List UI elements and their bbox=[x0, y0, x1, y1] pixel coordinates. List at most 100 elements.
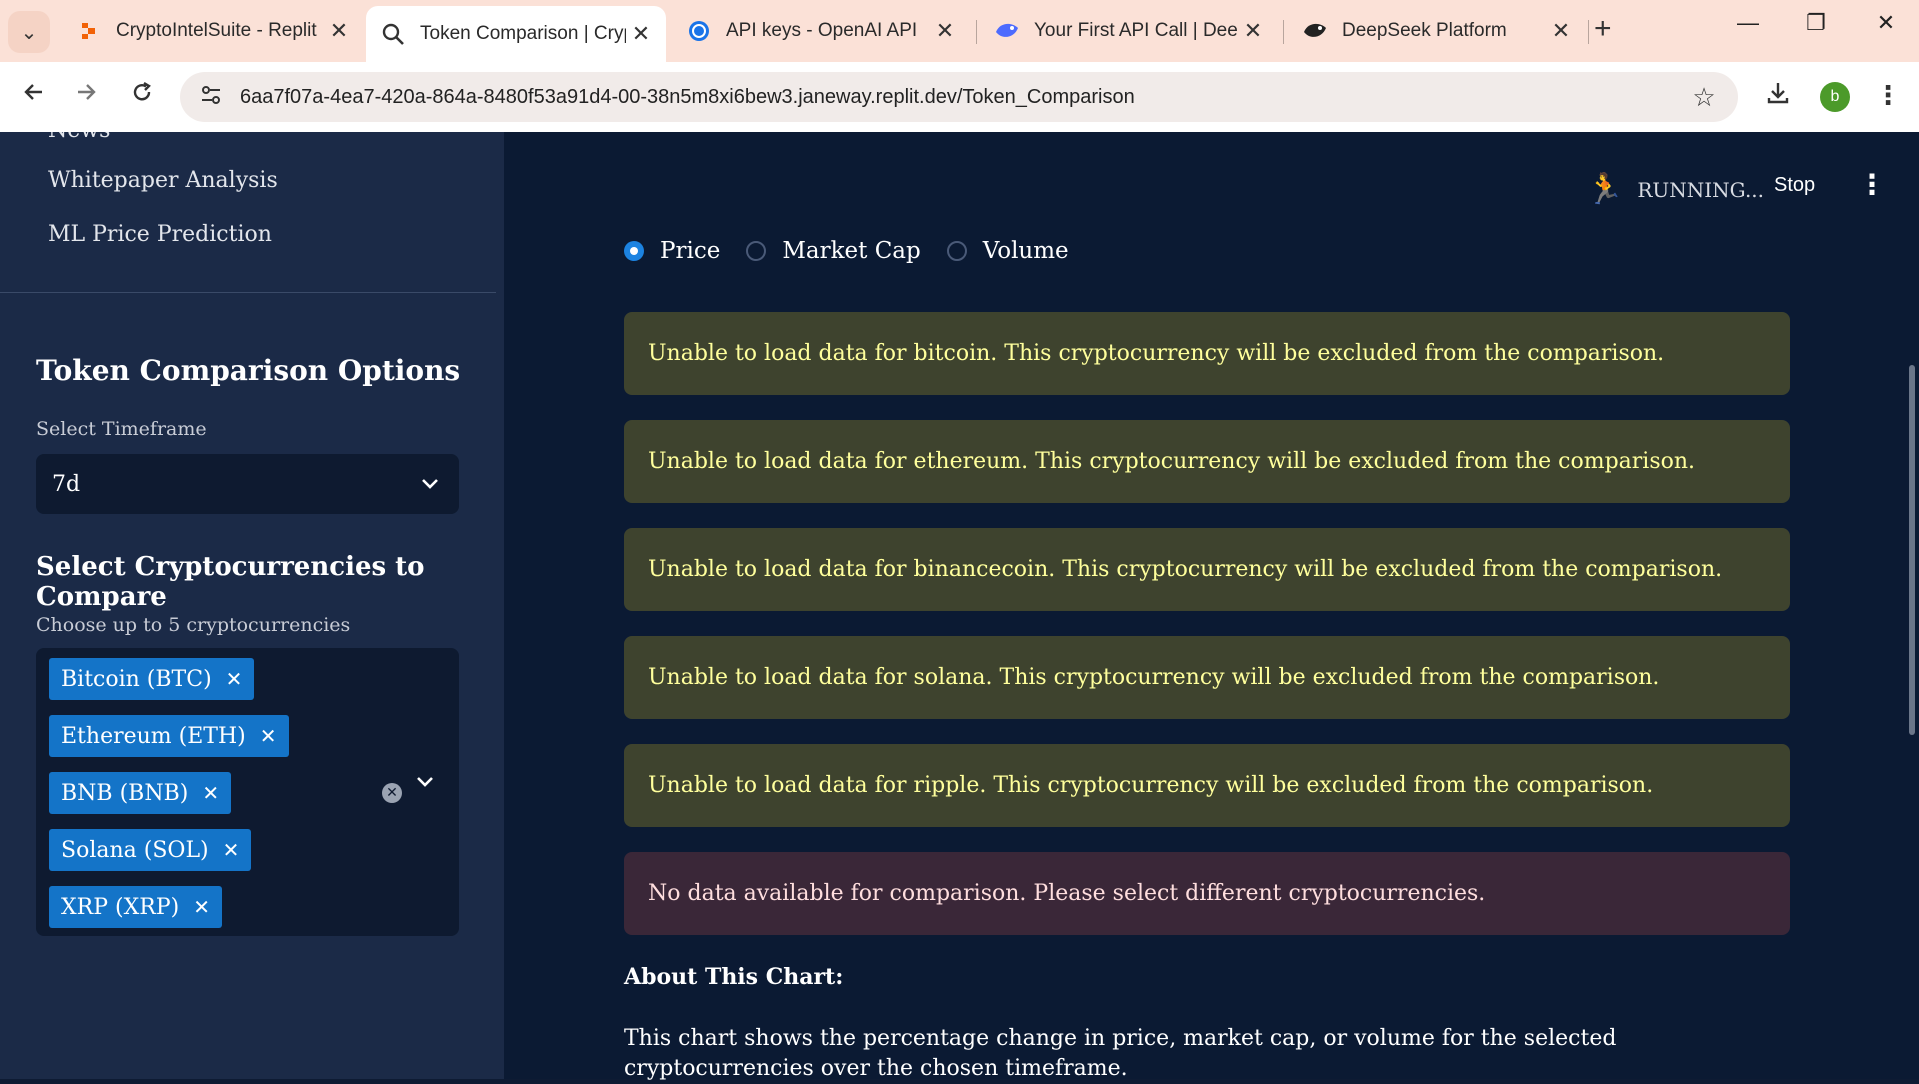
radio-label: Market Cap bbox=[782, 238, 921, 264]
app-menu-icon[interactable]: ⋮ bbox=[1858, 168, 1886, 201]
warning-alert-bitcoin: Unable to load data for bitcoin. This cr… bbox=[624, 312, 1790, 395]
timeframe-select[interactable]: 7d bbox=[36, 454, 459, 514]
chip-remove-icon[interactable]: ✕ bbox=[223, 838, 240, 862]
running-status: 🏃 RUNNING... bbox=[1586, 172, 1764, 207]
chip-label: Ethereum (ETH) bbox=[61, 723, 246, 749]
back-button[interactable] bbox=[14, 80, 54, 111]
status-text: RUNNING... bbox=[1637, 177, 1765, 202]
sidebar-item-whitepaper-analysis[interactable]: Whitepaper Analysis bbox=[48, 168, 278, 193]
sidebar-divider bbox=[0, 292, 496, 293]
alert-text: No data available for comparison. Please… bbox=[648, 881, 1486, 906]
timeframe-label: Select Timeframe bbox=[36, 418, 207, 440]
options-heading: Token Comparison Options bbox=[36, 354, 461, 387]
tab-deepseek-platform[interactable]: DeepSeek Platform ✕ bbox=[1288, 6, 1586, 56]
site-info-icon[interactable] bbox=[196, 85, 226, 110]
browser-tabstrip: ⌄ CryptoIntelSuite - Replit ✕ Token Comp… bbox=[0, 0, 1919, 62]
chip-label: Solana (SOL) bbox=[61, 837, 209, 863]
error-alert: No data available for comparison. Please… bbox=[624, 852, 1790, 935]
bookmark-star-icon[interactable]: ☆ bbox=[1684, 82, 1724, 113]
chip-bnb: BNB (BNB) ✕ bbox=[49, 772, 232, 814]
radio-volume[interactable]: Volume bbox=[946, 238, 1069, 264]
chip-remove-icon[interactable]: ✕ bbox=[226, 667, 243, 691]
warning-alert-solana: Unable to load data for solana. This cry… bbox=[624, 636, 1790, 719]
close-icon[interactable]: ✕ bbox=[626, 21, 656, 47]
radio-market-cap[interactable]: Market Cap bbox=[746, 238, 921, 264]
tab-search-button[interactable]: ⌄ bbox=[8, 11, 50, 53]
warning-alert-binancecoin: Unable to load data for binancecoin. Thi… bbox=[624, 528, 1790, 611]
tab-token-comparison[interactable]: Token Comparison | Cryp ✕ bbox=[366, 6, 666, 62]
main-scrollbar[interactable] bbox=[1909, 365, 1915, 735]
tab-title: Your First API Call | Deep bbox=[1034, 20, 1238, 41]
browser-toolbar: ☆ b ⋮ bbox=[0, 62, 1919, 132]
warning-alert-ethereum: Unable to load data for ethereum. This c… bbox=[624, 420, 1790, 503]
radio-unselected-icon bbox=[746, 241, 767, 261]
reload-button[interactable] bbox=[122, 80, 162, 111]
close-window-button[interactable]: ✕ bbox=[1866, 10, 1906, 36]
chip-remove-icon[interactable]: ✕ bbox=[202, 781, 219, 805]
chip-label: Bitcoin (BTC) bbox=[61, 666, 212, 692]
close-icon[interactable]: ✕ bbox=[324, 18, 354, 44]
compare-hint: Choose up to 5 cryptocurrencies bbox=[36, 614, 351, 636]
kebab-menu-icon: ⋮ bbox=[1875, 81, 1901, 111]
browser-menu-button[interactable]: ⋮ bbox=[1868, 80, 1908, 111]
close-icon[interactable]: ✕ bbox=[930, 18, 960, 44]
alert-text: Unable to load data for bitcoin. This cr… bbox=[648, 341, 1665, 366]
chevron-down-icon bbox=[422, 479, 438, 489]
alert-text: Unable to load data for binancecoin. Thi… bbox=[648, 557, 1723, 582]
sidebar-item-ml-price-prediction[interactable]: ML Price Prediction bbox=[48, 222, 272, 247]
minimize-button[interactable]: — bbox=[1728, 10, 1768, 36]
close-icon[interactable]: ✕ bbox=[1238, 18, 1268, 44]
chip-bitcoin: Bitcoin (BTC) ✕ bbox=[49, 658, 255, 700]
clear-all-icon[interactable]: ✕ bbox=[382, 783, 402, 803]
reload-icon bbox=[133, 81, 151, 101]
downloads-button[interactable] bbox=[1758, 80, 1798, 113]
replit-icon bbox=[76, 18, 102, 44]
tab-title: Token Comparison | Cryp bbox=[420, 23, 626, 44]
restore-button[interactable]: ❐ bbox=[1796, 10, 1836, 36]
deepseek-icon bbox=[1302, 18, 1328, 44]
crypto-multiselect[interactable]: Bitcoin (BTC) ✕ Ethereum (ETH) ✕ BNB (BN… bbox=[36, 648, 459, 936]
arrow-left-icon bbox=[24, 84, 42, 100]
sidebar-item-news[interactable]: News bbox=[48, 132, 110, 143]
radio-selected-icon bbox=[624, 241, 644, 261]
forward-button[interactable] bbox=[66, 80, 106, 111]
alert-text: Unable to load data for ethereum. This c… bbox=[648, 449, 1696, 474]
sidebar: News Whitepaper Analysis ML Price Predic… bbox=[0, 132, 504, 1079]
alert-text: Unable to load data for ripple. This cry… bbox=[648, 773, 1654, 798]
chip-xrp: XRP (XRP) ✕ bbox=[49, 886, 222, 928]
about-text: This chart shows the percentage change i… bbox=[624, 1026, 1617, 1081]
metric-radio-group: Price Market Cap Volume bbox=[624, 238, 1095, 264]
address-bar[interactable]: ☆ bbox=[180, 72, 1738, 122]
stop-button[interactable]: Stop bbox=[1774, 174, 1815, 197]
tab-openai[interactable]: API keys - OpenAI API ✕ bbox=[672, 6, 970, 56]
profile-avatar[interactable]: b bbox=[1820, 82, 1850, 112]
chip-label: XRP (XRP) bbox=[61, 894, 180, 920]
about-heading: About This Chart: bbox=[624, 964, 844, 990]
running-man-icon: 🏃 bbox=[1586, 172, 1624, 207]
timeframe-value: 7d bbox=[52, 471, 81, 497]
chip-label: BNB (BNB) bbox=[61, 780, 189, 806]
close-icon[interactable]: ✕ bbox=[1546, 18, 1576, 44]
deepseek-icon bbox=[994, 18, 1020, 44]
tab-deepseek-first-call[interactable]: Your First API Call | Deep ✕ bbox=[980, 6, 1278, 56]
download-icon bbox=[1767, 83, 1789, 104]
warning-alert-ripple: Unable to load data for ripple. This cry… bbox=[624, 744, 1790, 827]
radio-label: Price bbox=[660, 238, 721, 264]
search-icon bbox=[380, 21, 406, 47]
radio-unselected-icon bbox=[946, 241, 967, 261]
tab-title: CryptoIntelSuite - Replit bbox=[116, 20, 317, 41]
chip-remove-icon[interactable]: ✕ bbox=[260, 724, 277, 748]
url-input[interactable] bbox=[238, 84, 1684, 110]
tab-title: API keys - OpenAI API bbox=[726, 20, 918, 41]
new-tab-button[interactable]: + bbox=[1594, 12, 1612, 46]
compare-heading: Select Cryptocurrencies to Compare bbox=[36, 552, 425, 612]
chip-solana: Solana (SOL) ✕ bbox=[49, 829, 252, 871]
alert-text: Unable to load data for solana. This cry… bbox=[648, 665, 1660, 690]
chip-remove-icon[interactable]: ✕ bbox=[193, 895, 210, 919]
chevron-down-icon[interactable] bbox=[416, 776, 434, 788]
radio-price[interactable]: Price bbox=[624, 238, 720, 264]
chevron-down-icon: ⌄ bbox=[20, 21, 38, 44]
tab-replit[interactable]: CryptoIntelSuite - Replit ✕ bbox=[62, 6, 364, 56]
tab-title: DeepSeek Platform bbox=[1342, 20, 1507, 41]
radio-label: Volume bbox=[982, 238, 1069, 264]
